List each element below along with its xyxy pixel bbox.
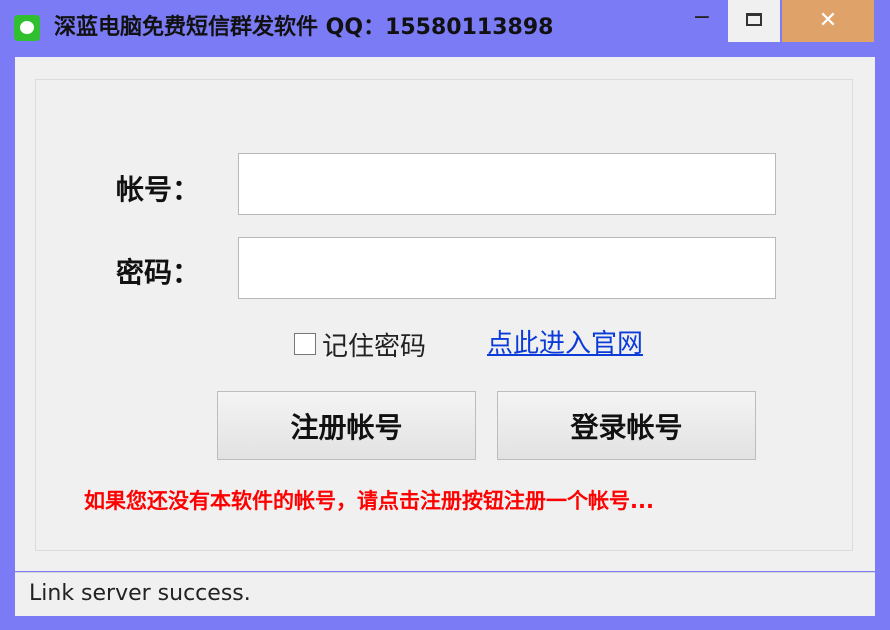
maximize-button[interactable] — [728, 0, 780, 42]
minimize-icon: − — [692, 5, 712, 30]
close-button[interactable]: ✕ — [782, 0, 874, 42]
login-group-box: 帐号： 密码： 记住密码 点此进入官网 注册帐号 登录帐号 如果您还没有本软件的… — [35, 79, 853, 551]
register-notice: 如果您还没有本软件的帐号，请点击注册按钮注册一个帐号... — [84, 489, 654, 513]
close-icon: ✕ — [818, 8, 838, 33]
account-input[interactable] — [238, 153, 776, 215]
remember-password-checkbox[interactable]: 记住密码 — [294, 327, 427, 362]
account-label: 帐号： — [116, 173, 201, 206]
app-window: 深蓝电脑免费短信群发软件 QQ：15580113898 − ✕ 帐号： 密码： … — [0, 0, 890, 630]
official-website-link[interactable]: 点此进入官网 — [487, 327, 643, 361]
login-panel: 帐号： 密码： 记住密码 点此进入官网 注册帐号 登录帐号 如果您还没有本软件的… — [15, 57, 875, 571]
password-label: 密码： — [116, 256, 201, 289]
maximize-icon — [746, 13, 762, 26]
remember-password-label: 记住密码 — [322, 331, 427, 362]
register-button-label: 注册帐号 — [290, 410, 403, 444]
checkbox-box[interactable] — [294, 333, 316, 355]
title-bar[interactable]: 深蓝电脑免费短信群发软件 QQ：15580113898 − ✕ — [0, 0, 890, 56]
login-button-label: 登录帐号 — [570, 410, 683, 444]
status-bar: Link server success. — [15, 572, 875, 616]
register-button[interactable]: 注册帐号 — [217, 391, 476, 460]
minimize-button[interactable]: − — [676, 0, 728, 42]
chat-bubble-icon — [14, 15, 40, 41]
login-button[interactable]: 登录帐号 — [497, 391, 756, 460]
password-input[interactable] — [238, 237, 776, 299]
status-text: Link server success. — [29, 581, 251, 606]
window-title: 深蓝电脑免费短信群发软件 QQ：15580113898 — [54, 15, 554, 40]
